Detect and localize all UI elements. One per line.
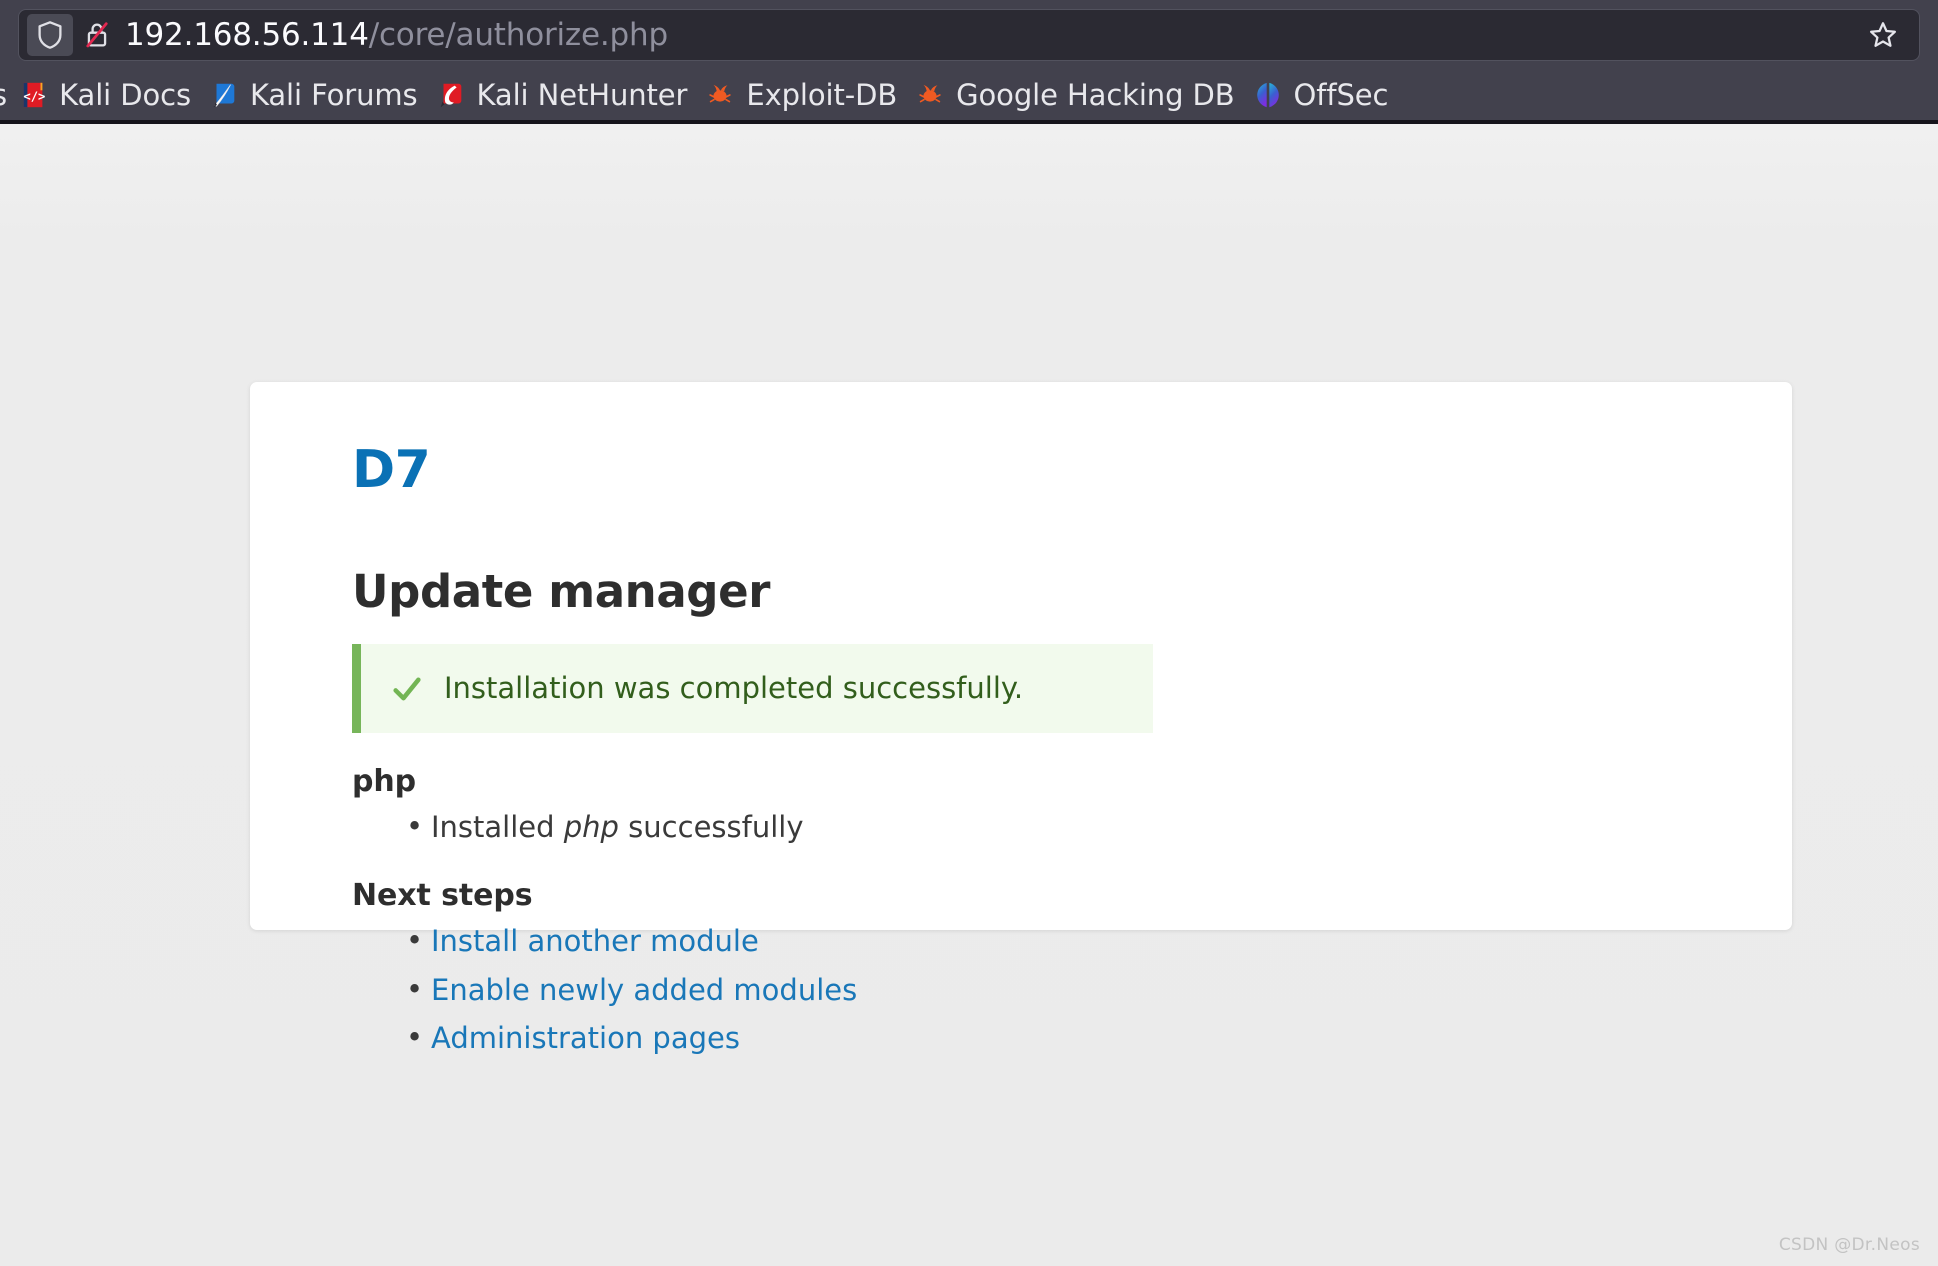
address-bar[interactable]: 192.168.56.114/core/authorize.php <box>18 9 1920 61</box>
status-message-success: Installation was completed successfully. <box>352 644 1153 734</box>
bookmark-kali-nethunter[interactable]: Kali NetHunter <box>427 73 697 117</box>
url-host: 192.168.56.114 <box>125 17 369 53</box>
watermark: CSDN @Dr.Neos <box>1778 1235 1920 1255</box>
shield-icon[interactable] <box>27 14 73 56</box>
bookmark-offsec[interactable]: OffSec <box>1244 73 1398 117</box>
site-logo: D7 <box>352 440 431 500</box>
star-outline-icon[interactable] <box>1857 9 1909 61</box>
offsec-icon <box>1256 82 1279 108</box>
lock-slash-icon[interactable] <box>77 14 117 56</box>
link-administration-pages[interactable]: Administration pages <box>431 1021 740 1055</box>
kali-forums-icon <box>213 83 235 108</box>
google-hacking-db-icon <box>919 84 941 103</box>
link-enable-newly-added-modules[interactable]: Enable newly added modules <box>431 973 857 1007</box>
bookmark-google-hacking-db[interactable]: Google Hacking DB <box>906 73 1243 117</box>
kali-nethunter-icon <box>440 83 461 108</box>
bookmark-label: Kali Forums <box>249 78 418 112</box>
status-message-text: Installation was completed successfully. <box>444 671 1024 706</box>
bookmark-kali-forums[interactable]: Kali Forums <box>200 73 427 117</box>
installed-suffix: successfully <box>618 810 804 845</box>
list-item: Install another module <box>406 921 1720 960</box>
list-item: Administration pages <box>406 1018 1720 1057</box>
bookmark-label: Kali Docs <box>59 78 191 112</box>
page-title: Update manager <box>352 565 771 618</box>
page-viewport: D7 Update manager Installation was compl… <box>0 124 1938 1266</box>
browser-chrome: 192.168.56.114/core/authorize.php s </> … <box>0 0 1938 124</box>
installed-prefix: Installed <box>431 810 564 845</box>
list-item: Installed php successfully <box>406 807 1720 846</box>
bookmark-label: Exploit-DB <box>746 78 898 112</box>
list-item: Enable newly added modules <box>406 970 1720 1009</box>
url-text[interactable]: 192.168.56.114/core/authorize.php <box>125 17 668 53</box>
check-icon <box>393 677 421 701</box>
next-steps-list: Install another module Enable newly adde… <box>352 921 1720 1057</box>
svg-text:</>: </> <box>24 90 46 104</box>
bookmark-clipped-label[interactable]: s <box>0 78 9 112</box>
bookmark-label: OffSec <box>1293 78 1389 112</box>
bookmark-label: Kali NetHunter <box>476 78 688 112</box>
bookmark-kali-docs[interactable]: </> Kali Docs <box>9 73 200 117</box>
url-path: /core/authorize.php <box>368 17 668 53</box>
content-card: D7 Update manager Installation was compl… <box>250 382 1792 1056</box>
bookmarks-bar: s </> Kali Docs Kali Forums <box>0 70 1938 124</box>
bookmark-label: Google Hacking DB <box>956 78 1235 112</box>
exploit-db-icon <box>709 84 732 103</box>
next-steps-heading: Next steps <box>352 878 533 914</box>
module-name-emphasis: php <box>563 810 619 845</box>
module-result-list: Installed php successfully <box>352 807 1720 846</box>
url-toolbar: 192.168.56.114/core/authorize.php <box>0 0 1938 70</box>
kali-docs-icon: </> <box>24 82 46 108</box>
module-section-heading: php <box>352 764 417 800</box>
link-install-another-module[interactable]: Install another module <box>431 924 759 958</box>
bookmark-exploit-db[interactable]: Exploit-DB <box>696 73 906 117</box>
